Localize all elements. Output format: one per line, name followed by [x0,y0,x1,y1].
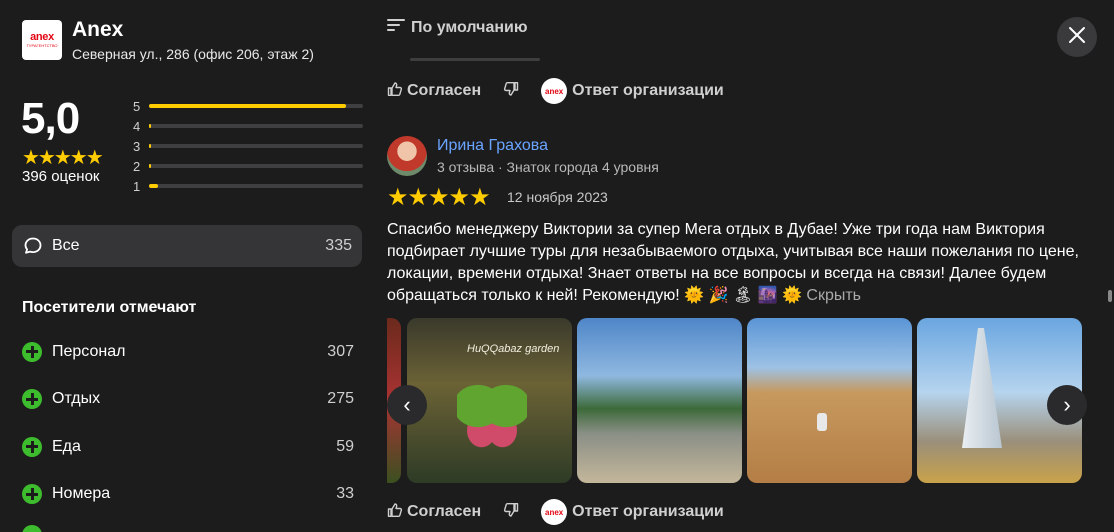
plus-icon [22,484,42,505]
org-logo-subtext: ТУРАГЕНТСТВО [26,43,58,48]
close-icon [1068,26,1086,49]
previous-review-photo-edge [410,58,540,61]
rating-bar-track [149,104,363,108]
plus-icon [22,436,42,457]
agree-button[interactable]: Согласен [387,502,481,523]
org-logo[interactable]: anex ТУРАГЕНТСТВО [22,20,62,60]
agree-label: Согласен [407,503,482,520]
visitor-tags: Персонал 307 Отдых 275 Еда 59 Номера 33 [22,328,354,518]
org-reply-label: Ответ организации [572,82,724,99]
rating-distribution: 5 4 3 2 1 [133,96,363,196]
rating-bar-5[interactable]: 5 [133,96,363,116]
tag-rest[interactable]: Отдых 275 [22,376,354,424]
tag-food[interactable]: Еда 59 [22,423,354,471]
photo-sign-text: HuQQabaz garden [467,343,560,355]
photo-person [817,413,827,431]
review-photo[interactable] [577,318,742,483]
rating-bar-track [149,144,363,148]
rating-bar-2[interactable]: 2 [133,156,363,176]
rating-stars: ★★★★★ [22,147,104,169]
photo-tower [962,328,1002,448]
review-photos: HuQQabaz garden [387,318,1087,483]
org-reply-label: Ответ организации [572,503,724,520]
thumbs-down-icon [503,81,519,102]
rating-bar-track [149,184,363,188]
chevron-left-icon: ‹ [403,392,411,417]
tag-count: 33 [336,485,354,503]
org-reply-button[interactable]: anex Ответ организации [541,499,724,525]
rating-bar-label: 5 [133,98,141,114]
speech-bubble-icon [22,235,44,257]
rating-bar-track [149,124,363,128]
review-actions: Согласен anex Ответ организации [387,499,724,525]
rating-bar-label: 4 [133,118,141,134]
review-date: 12 ноября 2023 [507,189,608,205]
agree-label: Согласен [407,82,482,99]
org-reply-logo: anex [541,499,568,525]
rating-bar-fill [149,144,152,148]
tag-label: Отдых [52,390,101,408]
sort-label: По умолчанию [411,18,528,36]
tag-staff[interactable]: Персонал 307 [22,328,354,376]
dislike-button[interactable] [503,502,519,523]
thumbs-up-icon [387,81,403,102]
tag-count: 275 [327,390,354,408]
review-photo[interactable] [747,318,912,483]
rating-bar-track [149,164,363,168]
filter-all-count: 335 [325,237,352,254]
author-avatar[interactable] [387,136,427,176]
review-stars: ★★★★★ [387,184,491,211]
rating-bar-3[interactable]: 3 [133,136,363,156]
tag-rooms[interactable]: Номера 33 [22,471,354,519]
plus-icon [22,341,42,362]
sort-dropdown[interactable]: По умолчанию [387,18,528,37]
thumbs-up-icon [387,502,403,523]
org-address: Северная ул., 286 (офис 206, этаж 2) [72,46,314,62]
tag-count: 59 [336,437,354,455]
org-logo-text: anex [30,31,54,43]
tag-label: Персонал [52,342,126,360]
organization-panel: anex ТУРАГЕНТСТВО Anex Северная ул., 286… [0,0,372,532]
dislike-button[interactable] [503,81,519,102]
plus-icon[interactable] [22,525,42,532]
rating-bar-label: 3 [133,138,141,154]
scrollbar[interactable] [1108,290,1112,302]
rating-bar-4[interactable]: 4 [133,116,363,136]
tag-label: Номера [52,485,111,503]
agree-button[interactable]: Согласен [387,81,481,102]
rating-bar-label: 2 [133,158,141,174]
review-photo[interactable]: HuQQabaz garden [407,318,572,483]
tag-count: 307 [327,342,354,360]
photos-prev-button[interactable]: ‹ [387,385,427,425]
rating-value: 5,0 [21,94,80,143]
org-reply-button[interactable]: anex Ответ организации [541,78,724,104]
filter-all-button[interactable]: Все 335 [12,225,362,267]
plus-icon [22,389,42,410]
photos-next-button[interactable]: › [1047,385,1087,425]
filter-all-label: Все [52,237,80,254]
rating-bar-fill [149,104,346,108]
org-name[interactable]: Anex [72,18,123,42]
rating-count: 396 оценок [22,168,100,185]
author-name[interactable]: Ирина Грахова [437,137,548,155]
rating-bar-label: 1 [133,178,141,194]
review-text: Спасибо менеджеру Виктории за супер Мега… [387,219,1087,307]
rating-bar-1[interactable]: 1 [133,176,363,196]
rating-bar-fill [149,164,152,168]
butterfly-decoration [457,378,527,448]
review-body: Спасибо менеджеру Виктории за супер Мега… [387,221,1079,304]
close-button[interactable] [1057,17,1097,57]
tag-label: Еда [52,437,81,455]
rating-bar-fill [149,124,152,128]
previous-review-actions: Согласен anex Ответ организации [387,78,724,104]
hide-review-link[interactable]: Скрыть [806,287,861,304]
author-meta: 3 отзыва · Знаток города 4 уровня [437,159,659,175]
sort-icon [387,18,405,37]
org-reply-logo: anex [541,78,568,104]
visitors-title: Посетители отмечают [22,299,197,316]
rating-bar-fill [149,184,158,188]
chevron-right-icon: › [1063,392,1071,417]
thumbs-down-icon [503,502,519,523]
